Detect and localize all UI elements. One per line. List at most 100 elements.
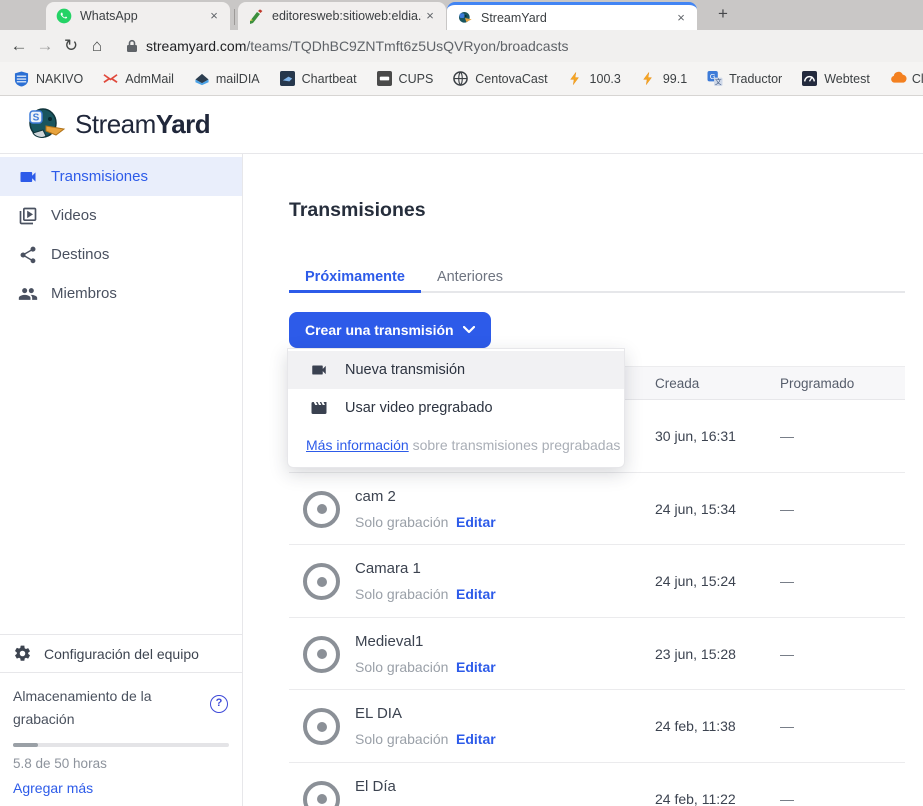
table-row[interactable]: cam 2 Solo grabación Editar 24 jun, 15:3… — [289, 473, 905, 546]
videocam-icon — [18, 167, 38, 187]
bookmark-label: CloudFlare — [912, 72, 923, 86]
table-row[interactable]: Camara 1 Solo grabación Editar 24 jun, 1… — [289, 545, 905, 618]
more-info-rest: sobre transmisiones pregrabadas — [409, 437, 621, 453]
menu-item-label: Nueva transmisión — [345, 362, 465, 378]
bookmark-label: CentovaCast — [475, 72, 547, 86]
bookmark-label: Traductor — [729, 72, 782, 86]
bookmark-label: NAKIVO — [36, 72, 83, 86]
tab-proximamente[interactable]: Próximamente — [289, 262, 421, 291]
record-icon — [303, 781, 340, 806]
column-header-programado: Programado — [780, 376, 854, 391]
created-date: 24 feb, 11:38 — [655, 718, 736, 734]
close-icon[interactable]: × — [206, 8, 222, 24]
menu-item-usar-video-pregrabado[interactable]: Usar video pregrabado — [288, 389, 624, 427]
created-date: 24 jun, 15:24 — [655, 573, 736, 589]
tab-anteriores[interactable]: Anteriores — [421, 262, 519, 291]
bookmark-cloudflare[interactable]: CloudFlare — [890, 71, 923, 87]
page-title: Transmisiones — [289, 199, 426, 222]
sidebar-bottom: Configuración del equipo Almacenamiento … — [0, 634, 242, 806]
reload-icon[interactable]: ↻ — [58, 36, 84, 56]
sidebar-item-destinos[interactable]: Destinos — [0, 235, 242, 274]
sidebar-item-label: Destinos — [51, 246, 109, 263]
sidebar-item-miembros[interactable]: Miembros — [0, 274, 242, 313]
scheduled-value: — — [780, 646, 794, 662]
home-icon[interactable]: ⌂ — [84, 36, 110, 56]
bookmark-maildia[interactable]: mailDIA — [194, 71, 260, 87]
bookmark-cups[interactable]: CUPS — [377, 71, 434, 87]
orange-bolt-icon — [568, 71, 584, 87]
record-icon — [303, 491, 340, 528]
scheduled-value: — — [780, 501, 794, 517]
bookmark-99-1[interactable]: 99.1 — [641, 71, 687, 87]
created-date: 24 jun, 15:34 — [655, 501, 736, 517]
team-settings-button[interactable]: Configuración del equipo — [0, 635, 242, 672]
sidebar-item-label: Transmisiones — [51, 168, 148, 185]
browser-tab-strip: WhatsApp × editoresweb:sitioweb:eldia.co… — [0, 0, 923, 30]
help-icon[interactable]: ? — [210, 695, 228, 713]
gauge-square-icon — [802, 71, 818, 87]
close-icon[interactable]: × — [673, 10, 689, 26]
bookmark-centovacast[interactable]: CentovaCast — [453, 71, 547, 87]
sidebar-item-videos[interactable]: Videos — [0, 196, 242, 235]
wordmark-yard: Yard — [156, 109, 210, 139]
tab-separator — [234, 9, 235, 25]
broadcast-title: El Día — [355, 778, 396, 795]
table-row[interactable]: Medieval1 Solo grabación Editar 23 jun, … — [289, 618, 905, 691]
sidebar-item-transmisiones[interactable]: Transmisiones — [0, 157, 242, 196]
edit-link[interactable]: Editar — [456, 514, 496, 530]
scheduled-value: — — [780, 718, 794, 734]
orange-cloud-icon — [890, 71, 906, 87]
table-row[interactable]: EL DIA Solo grabación Editar 24 feb, 11:… — [289, 690, 905, 763]
close-icon[interactable]: × — [422, 8, 438, 24]
bookmark-label: mailDIA — [216, 72, 260, 86]
menu-item-label: Usar video pregrabado — [345, 400, 493, 416]
url-path: /teams/TQDhBC9ZNTmft6z5UsQVRyon/broadcas… — [246, 38, 568, 54]
create-broadcast-button[interactable]: Crear una transmisión — [289, 312, 491, 348]
dark-cups-square-icon — [377, 71, 393, 87]
bookmark-traductor[interactable]: G文 Traductor — [707, 71, 782, 87]
pre-recorded-info: Más información sobre transmisiones preg… — [288, 427, 624, 467]
forward-icon[interactable]: → — [32, 36, 58, 56]
bookmark-label: Webtest — [824, 72, 870, 86]
add-more-link[interactable]: Agregar más — [13, 780, 229, 796]
tab-title: StreamYard — [481, 11, 547, 25]
back-icon[interactable]: ← — [6, 36, 32, 56]
share-icon — [18, 245, 38, 265]
table-row[interactable]: El Día Solo grabación Editar 24 feb, 11:… — [289, 763, 905, 806]
edit-link[interactable]: Editar — [456, 586, 496, 602]
menu-item-nueva-transmision[interactable]: Nueva transmisión — [288, 351, 624, 389]
clapperboard-icon — [310, 399, 345, 417]
more-info-link[interactable]: Más información — [306, 437, 409, 453]
edit-link[interactable]: Editar — [456, 659, 496, 675]
bookmark-chartbeat[interactable]: Chartbeat — [280, 71, 357, 87]
bookmarks-bar: NAKIVO AdmMail mailDIA Chartbeat CUPS Ce… — [0, 62, 923, 96]
app-wordmark: StreamYard — [75, 109, 210, 140]
new-tab-button[interactable]: + — [711, 2, 735, 26]
lock-icon — [126, 39, 138, 53]
people-icon — [18, 284, 38, 304]
url-field[interactable]: streamyard.com/teams/TQDhBC9ZNTmft6z5UsQ… — [146, 38, 568, 54]
broadcast-type-label: Solo grabación — [355, 514, 448, 530]
tab-title: WhatsApp — [80, 9, 138, 23]
blue-mail-icon — [194, 71, 210, 87]
chevron-down-icon — [463, 326, 475, 334]
create-broadcast-label: Crear una transmisión — [305, 322, 454, 338]
edit-link[interactable]: Editar — [456, 731, 496, 747]
broadcast-type-label: Solo grabación — [355, 731, 448, 747]
bookmark-label: Chartbeat — [302, 72, 357, 86]
streamyard-duck-icon — [457, 10, 473, 26]
tab-whatsapp[interactable]: WhatsApp × — [46, 2, 230, 30]
broadcast-type-label: Solo grabación — [355, 586, 448, 602]
record-icon — [303, 563, 340, 600]
created-date: 23 jun, 15:28 — [655, 646, 736, 662]
streamyard-logo[interactable]: S — [26, 106, 66, 144]
scheduled-value: — — [780, 428, 794, 444]
created-date: 30 jun, 16:31 — [655, 428, 736, 444]
sidebar-item-label: Videos — [51, 207, 97, 224]
tab-editoresweb[interactable]: editoresweb:sitioweb:eldia.co × — [238, 2, 446, 30]
bookmark-webtest[interactable]: Webtest — [802, 71, 870, 87]
bookmark-admmail[interactable]: AdmMail — [103, 71, 174, 87]
bookmark-100-3[interactable]: 100.3 — [568, 71, 621, 87]
tab-streamyard[interactable]: StreamYard × — [447, 2, 697, 30]
bookmark-nakivo[interactable]: NAKIVO — [14, 71, 83, 87]
